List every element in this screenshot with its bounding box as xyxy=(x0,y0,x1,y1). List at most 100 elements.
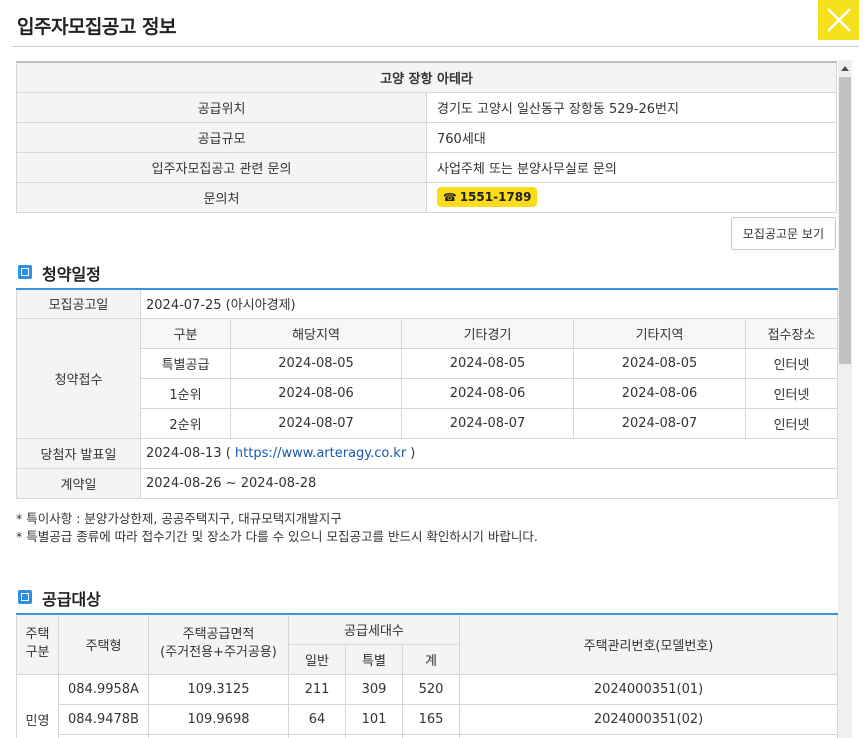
table-cell: 인터넷 xyxy=(744,378,839,409)
table-row: 2순위 2024-08-07 2024-08-07 2024-08-07 인터넷 xyxy=(17,408,839,439)
column-header: 접수장소 xyxy=(744,318,839,349)
supply-header-row: 주택 구분 주택형 주택공급면적 (주거전용+주거공용) 공급세대수 주택관리번호… xyxy=(16,613,839,675)
table-cell: 2024-08-05 xyxy=(401,348,574,379)
table-cell: 084.9478B xyxy=(58,703,149,735)
table-cell: 2024-08-07 xyxy=(230,408,402,439)
scrollbar-thumb[interactable] xyxy=(839,77,851,364)
table-cell: 109.9698 xyxy=(148,703,289,735)
schedule-row-winner: 당첨자 발표일 2024-08-13 ( https://www.arterag… xyxy=(16,438,839,469)
supply-table: 주택 구분 주택형 주택공급면적 (주거전용+주거공용) 공급세대수 주택관리번호… xyxy=(16,613,839,738)
table-cell xyxy=(459,733,839,738)
schedule-label: 청약접수 xyxy=(16,318,141,439)
schedule-value: 2024-08-13 ( https://www.arteragy.co.kr … xyxy=(139,438,839,469)
table-cell xyxy=(345,733,403,738)
note-line: * 특별공급 종류에 따라 접수기간 및 장소가 다를 수 있으니 모집공고를 … xyxy=(16,529,538,544)
close-button[interactable] xyxy=(818,0,859,40)
table-cell: 인터넷 xyxy=(744,408,839,439)
table-cell: 특별공급 xyxy=(140,348,231,379)
schedule-label: 당첨자 발표일 xyxy=(16,438,141,469)
column-header: 주택관리번호(모델번호) xyxy=(459,613,839,675)
table-cell xyxy=(401,733,461,738)
close-icon xyxy=(826,8,851,32)
table-cell: 2024-08-05 xyxy=(230,348,402,379)
table-row: 084.9478B 109.9698 64 101 165 2024000351… xyxy=(17,703,839,735)
phone-icon: ☎ xyxy=(443,190,457,204)
section-title-supply: 공급대상 xyxy=(16,580,837,613)
column-header: 공급세대수 xyxy=(287,613,461,645)
info-label: 문의처 xyxy=(16,181,427,213)
type-group-cell: 민영 xyxy=(16,673,59,738)
winner-date: 2024-08-13 xyxy=(146,446,222,461)
section-bullet-icon xyxy=(18,590,32,604)
info-value: 경기도 고양시 일산동구 장항동 529-26번지 xyxy=(426,91,837,123)
table-cell: 2024000351(02) xyxy=(459,703,839,735)
table-cell: 인터넷 xyxy=(744,348,839,379)
phone-badge[interactable]: ☎ 1551-1789 xyxy=(437,187,538,207)
info-row-contact: 문의처 ☎ 1551-1789 xyxy=(16,181,837,213)
table-cell: 084.9958A xyxy=(58,673,149,705)
column-header: 주택공급면적 (주거전용+주거공용) xyxy=(148,613,289,675)
table-cell: 2024-08-07 xyxy=(401,408,574,439)
table-cell: 2024-08-05 xyxy=(573,348,746,379)
table-cell: 1순위 xyxy=(140,378,231,409)
dialog-header: 입주자모집공고 정보 xyxy=(0,0,868,47)
column-header: 특별 xyxy=(345,643,403,675)
info-label: 입주자모집공고 관련 문의 xyxy=(16,151,427,183)
info-label: 공급위치 xyxy=(16,91,427,123)
column-header: 구분 xyxy=(140,318,231,349)
table-row xyxy=(17,733,839,738)
table-row: 민영 084.9958A 109.3125 211 309 520 202400… xyxy=(16,673,839,738)
notes: * 특이사항 : 분양가상한제, 공공주택지구, 대규모택지개발지구 * 특별공… xyxy=(16,499,837,546)
table-cell: 64 xyxy=(288,703,346,735)
table-row: 특별공급 2024-08-05 2024-08-05 2024-08-05 인터… xyxy=(17,348,839,379)
section-bullet-icon xyxy=(18,264,32,279)
phone-number: 1551-1789 xyxy=(459,190,532,204)
note-line: * 특이사항 : 분양가상한제, 공공주택지구, 대규모택지개발지구 xyxy=(16,511,342,526)
column-header: 주택형 xyxy=(58,613,149,675)
column-header: 주택 구분 xyxy=(16,613,59,675)
column-header: 일반 xyxy=(288,643,346,675)
schedule-row-contract: 계약일 2024-08-26 ~ 2024-08-28 xyxy=(16,468,839,499)
table-cell: 2024-08-06 xyxy=(401,378,574,409)
header-line: 주택공급면적 xyxy=(182,627,255,643)
column-header: 기타경기 xyxy=(401,318,574,349)
schedule-subheader: 청약접수 구분 해당지역 기타경기 기타지역 접수장소 xyxy=(16,318,839,439)
table-cell: 309 xyxy=(345,673,403,705)
table-cell: 101 xyxy=(345,703,403,735)
vertical-scrollbar[interactable] xyxy=(838,60,852,738)
table-cell: 165 xyxy=(401,703,461,735)
scroll-up-arrow-icon[interactable] xyxy=(838,60,852,76)
dialog-body[interactable]: 고양 장항 아테라 공급위치 경기도 고양시 일산동구 장항동 529-26번지… xyxy=(0,47,868,738)
table-cell: 2024000351(01) xyxy=(459,673,839,705)
complex-name: 고양 장항 아테라 xyxy=(16,61,837,93)
table-cell xyxy=(288,733,346,738)
schedule-value: 2024-08-26 ~ 2024-08-28 xyxy=(139,468,839,499)
winner-link[interactable]: https://www.arteragy.co.kr xyxy=(235,446,406,461)
info-row-location: 공급위치 경기도 고양시 일산동구 장항동 529-26번지 xyxy=(16,91,837,123)
schedule-label: 모집공고일 xyxy=(16,288,141,319)
table-cell: 520 xyxy=(401,673,461,705)
info-value: 760세대 xyxy=(426,121,837,153)
table-cell: 109.3125 xyxy=(148,673,289,705)
view-notice-button[interactable]: 모집공고문 보기 xyxy=(730,216,836,250)
info-row-scale: 공급규모 760세대 xyxy=(16,121,837,153)
paren: ) xyxy=(406,446,416,461)
info-value: 사업주체 또는 분양사무실로 문의 xyxy=(426,151,837,183)
page-title: 입주자모집공고 정보 xyxy=(17,16,176,38)
column-header: 기타지역 xyxy=(573,318,746,349)
info-label: 공급규모 xyxy=(16,121,427,153)
table-cell: 2순위 xyxy=(140,408,231,439)
info-row-inquiry: 입주자모집공고 관련 문의 사업주체 또는 분양사무실로 문의 xyxy=(16,151,837,183)
schedule-value: 2024-07-25 (아시아경제) xyxy=(139,288,839,319)
table-cell: 2024-08-06 xyxy=(573,378,746,409)
table-row: 1순위 2024-08-06 2024-08-06 2024-08-06 인터넷 xyxy=(17,378,839,409)
table-cell: 211 xyxy=(288,673,346,705)
column-header: 계 xyxy=(401,643,461,675)
section-title-schedule: 청약일정 xyxy=(16,255,837,288)
table-cell: 2024-08-06 xyxy=(230,378,402,409)
complex-info-table: 고양 장항 아테라 공급위치 경기도 고양시 일산동구 장항동 529-26번지… xyxy=(16,61,837,213)
schedule-label: 계약일 xyxy=(16,468,141,499)
column-header: 해당지역 xyxy=(230,318,402,349)
schedule-table: 모집공고일 2024-07-25 (아시아경제) 청약접수 구분 해당지역 기타… xyxy=(16,287,839,499)
table-cell xyxy=(148,733,289,738)
